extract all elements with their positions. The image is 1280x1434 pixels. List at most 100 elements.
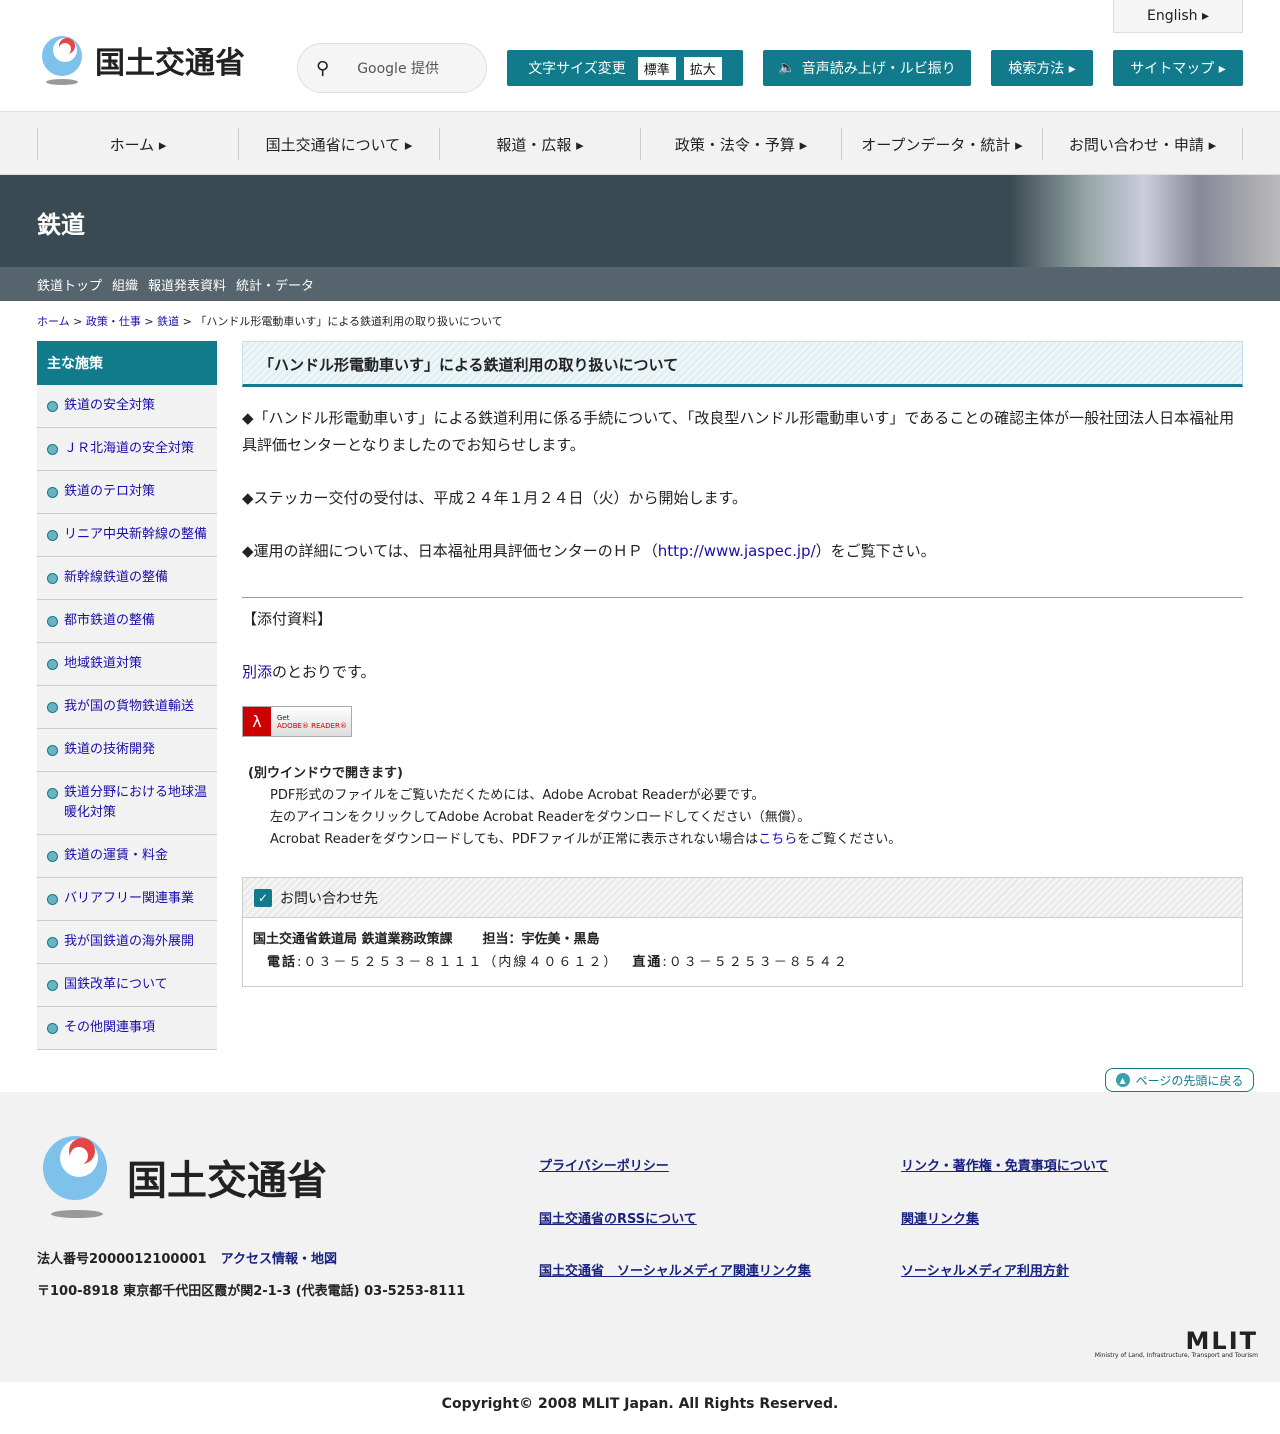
adobe-icon: λ	[243, 707, 271, 736]
paragraph-3: ◆運用の詳細については、日本福祉用具評価センターのＨＰ（http://www.j…	[242, 538, 1243, 565]
sidebar-item-link[interactable]: 鉄道の技術開発	[64, 742, 155, 757]
attachment-heading: 【添付資料】	[242, 610, 333, 628]
rss-link[interactable]: 国土交通省のRSSについて	[539, 1208, 697, 1227]
copyright: Copyright© 2008 MLIT Japan. All Rights R…	[441, 1396, 839, 1412]
nav-policy[interactable]: 政策・法令・予算 ▸	[640, 128, 841, 160]
sidebar-item-link[interactable]: リニア中央新幹線の整備	[64, 527, 207, 542]
address: 〒100-8918 東京都千代田区霞が関2-1-3 (代表電話) 03-5253…	[37, 1284, 466, 1299]
subnav-press[interactable]: 報道発表資料	[148, 275, 226, 294]
sidebar-item-link[interactable]: 鉄道の運賃・料金	[64, 848, 168, 863]
back-to-top-button[interactable]: ▲ ページの先頭に戻る	[1105, 1068, 1254, 1092]
copyright-link[interactable]: リンク・著作権・免責事項について	[901, 1155, 1108, 1174]
direct-value: :０３－５２５３－８５４２	[662, 955, 849, 970]
search-icon[interactable]: ⚲	[316, 58, 329, 79]
sidebar-item[interactable]: その他関連事項	[37, 1007, 217, 1050]
sidebar-item-link[interactable]: 我が国の貨物鉄道輸送	[64, 699, 194, 714]
nav-contact[interactable]: お問い合わせ・申請 ▸	[1042, 128, 1243, 160]
sidebar-item[interactable]: 我が国鉄道の海外展開	[37, 921, 217, 964]
sitemap-button[interactable]: サイトマップ ▸	[1113, 50, 1243, 86]
sidebar-item[interactable]: 鉄道の技術開発	[37, 729, 217, 772]
access-link[interactable]: アクセス情報・地図	[221, 1252, 337, 1267]
get-adobe-reader-button[interactable]: λ Get ADOBE® READER®	[242, 706, 352, 737]
sidebar-item[interactable]: 地域鉄道対策	[37, 643, 217, 686]
sidebar-item-link[interactable]: 都市鉄道の整備	[64, 613, 155, 628]
sidebar-item[interactable]: ＪＲ北海道の安全対策	[37, 428, 217, 471]
attachment-text: 別添のとおりです。	[242, 659, 1243, 686]
pdf-note: (別ウインドウで開きます) PDF形式のファイルをご覧いただくためには、Adob…	[242, 763, 1243, 851]
sidebar-item-link[interactable]: 新幹線鉄道の整備	[64, 570, 168, 585]
subnav-stats[interactable]: 統計・データ	[236, 275, 314, 294]
nav-home[interactable]: ホーム ▸	[37, 128, 238, 160]
main-content: 「ハンドル形電動車いす」による鉄道利用の取り扱いについて ◆「ハンドル形電動車い…	[242, 341, 1243, 987]
sidebar-item[interactable]: 鉄道の安全対策	[37, 385, 217, 428]
footer-logo-text: 国土交通省	[127, 1158, 327, 1204]
pdf-help-link[interactable]: こちら	[758, 832, 797, 847]
sidebar-item[interactable]: 新幹線鉄道の整備	[37, 557, 217, 600]
mlit-logo-icon	[42, 36, 82, 85]
back-to-top-label: ページの先頭に戻る	[1135, 1073, 1244, 1088]
adobe-reader: ADOBE® READER®	[277, 721, 347, 730]
tel-value: :０３－５２５３－８１１１（内線４０６１２）	[297, 955, 619, 970]
sidebar-item-link[interactable]: 地域鉄道対策	[64, 656, 142, 671]
breadcrumb-policy[interactable]: 政策・仕事	[86, 315, 141, 328]
sidebar-item-link[interactable]: バリアフリー関連事業	[64, 891, 194, 906]
sidebar-item-link[interactable]: 鉄道分野における地球温暖化対策	[64, 785, 207, 820]
train-image	[1010, 175, 1280, 267]
social-policy-link[interactable]: ソーシャルメディア利用方針	[901, 1260, 1069, 1279]
sidebar-item[interactable]: 国鉄改革について	[37, 964, 217, 1007]
search-box[interactable]: ⚲ Google 提供	[297, 43, 487, 93]
font-size-label: 文字サイズ変更	[528, 61, 626, 77]
mlit-subtitle: Ministry of Land, Infrastructure, Transp…	[1094, 1352, 1258, 1359]
attachment-link[interactable]: 別添	[242, 663, 272, 681]
sidebar-item[interactable]: 鉄道分野における地球温暖化対策	[37, 772, 217, 835]
contact-person: 担当：宇佐美・黒島	[482, 932, 600, 947]
sidebar-item-link[interactable]: その他関連事項	[64, 1020, 155, 1035]
direct-label: 直通	[632, 955, 663, 970]
sidebar-item[interactable]: 鉄道のテロ対策	[37, 471, 217, 514]
footer: 国土交通省 法人番号2000012100001 アクセス情報・地図 〒100-89…	[0, 1092, 1280, 1382]
font-large-button[interactable]: 拡大	[683, 56, 722, 80]
sidebar-item-link[interactable]: 鉄道の安全対策	[64, 398, 155, 413]
speech-label: 音声読み上げ・ルビ振り	[801, 61, 956, 77]
nav-press[interactable]: 報道・広報 ▸	[439, 128, 640, 160]
global-nav: ホーム ▸ 国土交通省について ▸ 報道・広報 ▸ 政策・法令・予算 ▸ オープ…	[0, 111, 1280, 175]
search-input[interactable]: Google 提供	[357, 58, 439, 78]
breadcrumb: ホーム > 政策・仕事 > 鉄道 > 「ハンドル形電動車いす」による鉄道利用の取…	[37, 315, 503, 328]
speaker-icon: 🔈	[778, 60, 796, 76]
nav-opendata[interactable]: オープンデータ・統計 ▸	[841, 128, 1042, 160]
subnav-org[interactable]: 組織	[112, 275, 138, 294]
search-method-button[interactable]: 検索方法 ▸	[991, 50, 1093, 86]
font-standard-button[interactable]: 標準	[637, 56, 676, 80]
social-links[interactable]: 国土交通省 ソーシャルメディア関連リンク集	[539, 1260, 811, 1279]
english-link[interactable]: English ▸	[1113, 0, 1243, 33]
contact-heading: お問い合わせ先	[280, 890, 378, 907]
page-banner: 鉄道	[0, 175, 1280, 267]
breadcrumb-rail[interactable]: 鉄道	[157, 315, 179, 328]
related-links[interactable]: 関連リンク集	[901, 1208, 979, 1227]
p3-text: ◆運用の詳細については、日本福祉用具評価センターのＨＰ（	[242, 542, 658, 560]
sidebar-item-link[interactable]: ＪＲ北海道の安全対策	[64, 441, 194, 456]
speech-button[interactable]: 🔈 音声読み上げ・ルビ振り	[763, 50, 971, 86]
sidebar-item[interactable]: 都市鉄道の整備	[37, 600, 217, 643]
paragraph-1: ◆「ハンドル形電動車いす」による鉄道利用に係る手続について、「改良型ハンドル形電…	[242, 409, 1235, 454]
subnav-rail-top[interactable]: 鉄道トップ	[37, 275, 102, 294]
privacy-link[interactable]: プライバシーポリシー	[539, 1155, 669, 1174]
contact-box: ✓ お問い合わせ先 国土交通省鉄道局 鉄道業務政策課 担当：宇佐美・黒島 電話:０…	[242, 877, 1243, 987]
breadcrumb-home[interactable]: ホーム	[37, 315, 70, 328]
jaspec-link[interactable]: http://www.jaspec.jp/	[658, 542, 816, 560]
divider	[242, 597, 1243, 598]
sidebar-item-link[interactable]: 国鉄改革について	[64, 977, 168, 992]
logo[interactable]: 国土交通省	[37, 34, 245, 86]
sidebar-heading: 主な施策	[37, 341, 217, 385]
sidebar-item-link[interactable]: 鉄道のテロ対策	[64, 484, 155, 499]
sidebar-item[interactable]: 我が国の貨物鉄道輸送	[37, 686, 217, 729]
sidebar-item[interactable]: バリアフリー関連事業	[37, 878, 217, 921]
sidebar-item[interactable]: リニア中央新幹線の整備	[37, 514, 217, 557]
mlit-logo: MLIT Ministry of Land, Infrastructure, T…	[1094, 1329, 1258, 1359]
attachment-rest: のとおりです。	[272, 663, 376, 681]
sidebar-item-link[interactable]: 我が国鉄道の海外展開	[64, 934, 194, 949]
sidebar-item[interactable]: 鉄道の運賃・料金	[37, 835, 217, 878]
pdf-note-title: (別ウインドウで開きます)	[248, 766, 403, 781]
font-size-control: 文字サイズ変更 標準 拡大	[507, 50, 743, 86]
nav-about[interactable]: 国土交通省について ▸	[238, 128, 439, 160]
